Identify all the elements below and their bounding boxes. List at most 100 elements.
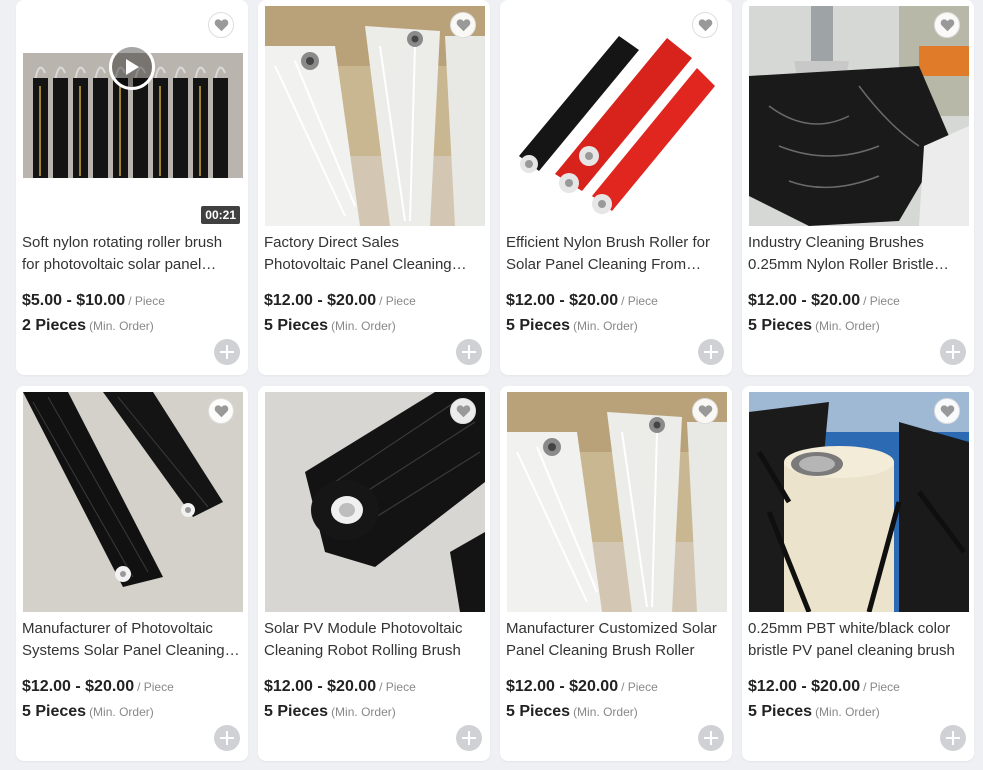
product-price: $12.00 - $20.00/ Piece <box>264 292 416 310</box>
plus-icon <box>220 731 234 745</box>
min-order-quantity: 5 Pieces <box>748 317 813 334</box>
price-range: $12.00 - $20.00 <box>506 292 619 309</box>
product-image[interactable] <box>23 392 243 612</box>
add-to-compare-button[interactable] <box>214 339 240 365</box>
plus-icon <box>462 731 476 745</box>
add-to-compare-button[interactable] <box>698 725 724 751</box>
price-unit: / Piece <box>137 680 174 694</box>
product-price: $12.00 - $20.00/ Piece <box>264 678 416 696</box>
add-to-compare-button[interactable] <box>456 339 482 365</box>
plus-icon <box>946 345 960 359</box>
price-range: $12.00 - $20.00 <box>264 292 377 309</box>
min-order: 5 Pieces (Min. Order) <box>264 317 396 335</box>
product-photo <box>265 392 485 612</box>
product-photo <box>265 6 485 226</box>
add-to-compare-button[interactable] <box>214 725 240 751</box>
min-order-quantity: 5 Pieces <box>22 703 87 720</box>
price-range: $12.00 - $20.00 <box>264 678 377 695</box>
product-photo <box>749 6 969 226</box>
play-video-button[interactable] <box>109 44 155 90</box>
min-order-quantity: 2 Pieces <box>22 317 87 334</box>
favorite-button[interactable] <box>934 12 960 38</box>
price-unit: / Piece <box>379 680 416 694</box>
product-title[interactable]: Manufacturer of Photovoltaic Systems Sol… <box>22 618 240 662</box>
heart-icon <box>456 405 470 418</box>
product-card[interactable]: Industry Cleaning Brushes 0.25mm Nylon R… <box>742 0 974 375</box>
product-price: $12.00 - $20.00/ Piece <box>22 678 174 696</box>
min-order: 5 Pieces (Min. Order) <box>506 317 638 335</box>
favorite-button[interactable] <box>692 398 718 424</box>
favorite-button[interactable] <box>450 398 476 424</box>
product-title[interactable]: Manufacturer Customized Solar Panel Clea… <box>506 618 724 662</box>
favorite-button[interactable] <box>208 12 234 38</box>
heart-icon <box>698 405 712 418</box>
product-card[interactable]: Solar PV Module Photovoltaic Cleaning Ro… <box>258 386 490 761</box>
product-image[interactable]: 00:21 <box>23 6 243 226</box>
favorite-button[interactable] <box>450 12 476 38</box>
min-order: 5 Pieces (Min. Order) <box>22 703 154 721</box>
product-title[interactable]: Efficient Nylon Brush Roller for Solar P… <box>506 232 724 276</box>
product-card[interactable]: Factory Direct Sales Photovoltaic Panel … <box>258 0 490 375</box>
add-to-compare-button[interactable] <box>698 339 724 365</box>
video-duration: 00:21 <box>201 206 240 224</box>
product-card[interactable]: 0.25mm PBT white/black color bristle PV … <box>742 386 974 761</box>
product-card[interactable]: Manufacturer of Photovoltaic Systems Sol… <box>16 386 248 761</box>
product-title[interactable]: 0.25mm PBT white/black color bristle PV … <box>748 618 966 662</box>
price-unit: / Piece <box>379 294 416 308</box>
heart-icon <box>214 19 228 32</box>
min-order-label: (Min. Order) <box>815 319 880 333</box>
plus-icon <box>220 345 234 359</box>
product-title[interactable]: Factory Direct Sales Photovoltaic Panel … <box>264 232 482 276</box>
product-title[interactable]: Soft nylon rotating roller brush for pho… <box>22 232 240 276</box>
product-title[interactable]: Industry Cleaning Brushes 0.25mm Nylon R… <box>748 232 966 276</box>
product-image[interactable] <box>507 6 727 226</box>
heart-icon <box>698 19 712 32</box>
price-unit: / Piece <box>621 294 658 308</box>
add-to-compare-button[interactable] <box>456 725 482 751</box>
plus-icon <box>704 345 718 359</box>
product-price: $12.00 - $20.00/ Piece <box>506 678 658 696</box>
min-order-label: (Min. Order) <box>815 705 880 719</box>
product-image[interactable] <box>749 6 969 226</box>
product-price: $12.00 - $20.00/ Piece <box>748 678 900 696</box>
product-card[interactable]: Efficient Nylon Brush Roller for Solar P… <box>500 0 732 375</box>
min-order: 2 Pieces (Min. Order) <box>22 317 154 335</box>
price-range: $12.00 - $20.00 <box>748 678 861 695</box>
min-order-label: (Min. Order) <box>89 705 154 719</box>
price-unit: / Piece <box>863 294 900 308</box>
product-image[interactable] <box>265 6 485 226</box>
min-order: 5 Pieces (Min. Order) <box>506 703 638 721</box>
product-image[interactable] <box>749 392 969 612</box>
product-photo <box>507 6 727 226</box>
heart-icon <box>940 405 954 418</box>
add-to-compare-button[interactable] <box>940 725 966 751</box>
product-image[interactable] <box>265 392 485 612</box>
product-card[interactable]: 00:21 Soft nylon rotating roller brush f… <box>16 0 248 375</box>
price-range: $12.00 - $20.00 <box>748 292 861 309</box>
min-order-label: (Min. Order) <box>89 319 154 333</box>
heart-icon <box>214 405 228 418</box>
favorite-button[interactable] <box>692 12 718 38</box>
min-order: 5 Pieces (Min. Order) <box>748 317 880 335</box>
min-order-label: (Min. Order) <box>573 705 638 719</box>
product-photo <box>23 6 243 226</box>
product-photo <box>507 392 727 612</box>
product-title[interactable]: Solar PV Module Photovoltaic Cleaning Ro… <box>264 618 482 662</box>
price-unit: / Piece <box>863 680 900 694</box>
price-range: $5.00 - $10.00 <box>22 292 126 309</box>
min-order-quantity: 5 Pieces <box>264 317 329 334</box>
price-range: $12.00 - $20.00 <box>22 678 135 695</box>
favorite-button[interactable] <box>934 398 960 424</box>
product-image[interactable] <box>507 392 727 612</box>
product-card[interactable]: Manufacturer Customized Solar Panel Clea… <box>500 386 732 761</box>
min-order-quantity: 5 Pieces <box>748 703 813 720</box>
plus-icon <box>462 345 476 359</box>
price-unit: / Piece <box>621 680 658 694</box>
min-order: 5 Pieces (Min. Order) <box>264 703 396 721</box>
min-order-quantity: 5 Pieces <box>506 703 571 720</box>
add-to-compare-button[interactable] <box>940 339 966 365</box>
product-photo <box>23 392 243 612</box>
favorite-button[interactable] <box>208 398 234 424</box>
heart-icon <box>940 19 954 32</box>
min-order-quantity: 5 Pieces <box>264 703 329 720</box>
